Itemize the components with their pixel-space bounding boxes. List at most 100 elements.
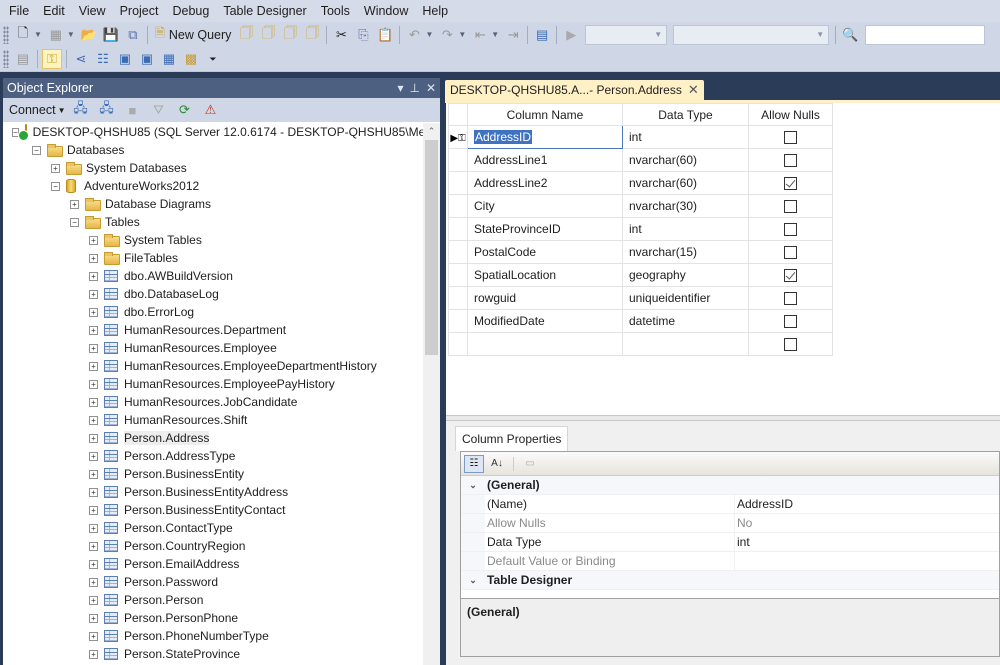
expand-icon[interactable]: + [89,307,98,317]
dmx-query-icon[interactable]: 🗍 [280,25,300,45]
expand-icon[interactable]: + [89,451,98,461]
tree-node-tables[interactable]: − Tables [3,213,423,231]
column-name-cell[interactable]: SpatialLocation [467,263,623,287]
expand-icon[interactable]: + [89,631,98,641]
menu-file[interactable]: File [2,0,36,22]
column-row[interactable]: SpatialLocation geography [448,263,833,287]
data-type-cell[interactable]: nvarchar(15) [622,240,749,264]
save-icon[interactable]: 💾 [101,25,121,45]
database-engine-query-icon[interactable]: 🗍 [236,25,256,45]
row-selector[interactable] [448,263,468,287]
tree-node-database[interactable]: − AdventureWorks2012 [3,177,423,195]
expand-icon[interactable]: + [89,487,98,497]
column-name-cell[interactable]: StateProvinceID [467,217,623,241]
column-name-cell[interactable]: City [467,194,623,218]
toolbar-grip[interactable] [3,50,9,68]
close-icon[interactable]: ✕ [426,81,436,95]
tree-node-table[interactable]: + Person.BusinessEntityContact [3,501,423,519]
solution-configurations-combo[interactable]: ▼ [585,24,668,45]
column-name-cell[interactable]: AddressLine1 [467,148,623,172]
tree-node-system-tables[interactable]: + System Tables [3,231,423,249]
data-type-cell[interactable]: int [622,125,749,149]
refresh-icon[interactable]: ⟳ [174,100,194,120]
sort-alphabetical-icon[interactable]: A↓ [487,455,507,473]
expand-icon[interactable]: + [89,559,98,569]
collapse-icon[interactable]: − [32,145,41,155]
category-general[interactable]: ⌄ (General) [461,476,999,495]
tree-node-table[interactable]: + Person.StateProvince [3,645,423,663]
row-selector[interactable] [448,240,468,264]
object-explorer-scrollbar[interactable]: ⌃ [423,123,440,665]
menu-project[interactable]: Project [113,0,166,22]
data-type-cell[interactable]: datetime [622,309,749,333]
tree-node-table[interactable]: + HumanResources.EmployeePayHistory [3,375,423,393]
menu-table-designer[interactable]: Table Designer [216,0,313,22]
xmla-query-icon[interactable]: 🗍 [302,25,322,45]
tree-node-table[interactable]: + Person.Address [3,429,423,447]
window-position-icon[interactable]: ▾ [397,81,403,95]
redo-icon[interactable]: ↷ [437,25,457,45]
data-type-cell[interactable]: nvarchar(30) [622,194,749,218]
collapse-icon[interactable]: − [70,217,79,227]
tree-node-table[interactable]: + Person.BusinessEntityAddress [3,483,423,501]
tree-node-table[interactable]: + HumanResources.EmployeeDepartmentHistor… [3,357,423,375]
expand-icon[interactable]: + [89,361,98,371]
expand-icon[interactable]: + [51,163,60,173]
chevron-down-icon[interactable]: ⌄ [461,476,485,494]
menu-view[interactable]: View [72,0,113,22]
new-query-button[interactable]: 🗎 New Query [151,24,236,45]
redo-dropdown-icon[interactable]: ▼ [458,30,466,39]
property-row[interactable]: Default Value or Binding [461,552,999,571]
tree-node-server[interactable]: − DESKTOP-QHSHU85 (SQL Server 12.0.6174 … [3,123,423,141]
row-selector[interactable]: ▶⚿ [448,125,468,149]
scroll-up-icon[interactable]: ⌃ [423,123,440,140]
manage-fulltext-index-icon[interactable]: ▣ [115,49,135,69]
undo-icon[interactable]: ↶ [404,25,424,45]
data-type-cell[interactable]: nvarchar(60) [622,171,749,195]
tree-node-table[interactable]: + Person.Password [3,573,423,591]
tree-node-table[interactable]: + dbo.ErrorLog [3,303,423,321]
column-row[interactable]: ▶⚿ AddressID int [448,125,833,149]
tree-node-table[interactable]: + HumanResources.JobCandidate [3,393,423,411]
column-name-cell[interactable]: AddressLine2 [467,171,623,195]
set-primary-key-icon[interactable]: ⚿ [42,49,62,69]
category-table-designer[interactable]: ⌄ Table Designer [461,571,999,590]
row-selector[interactable] [448,309,468,333]
property-value[interactable]: AddressID [735,497,793,511]
allow-nulls-checkbox[interactable] [784,292,797,306]
allow-nulls-checkbox[interactable] [784,223,797,237]
tree-node-table[interactable]: + Person.BusinessEntity [3,465,423,483]
menu-debug[interactable]: Debug [165,0,216,22]
tree-node-databases[interactable]: − Databases [3,141,423,159]
column-name-cell[interactable]: ModifiedDate [467,309,623,333]
row-selector[interactable] [448,332,468,356]
expand-icon[interactable]: + [89,271,98,281]
column-row[interactable]: rowguid uniqueidentifier [448,286,833,310]
find-input[interactable] [865,24,986,45]
tree-node-table[interactable]: + Person.CountryRegion [3,537,423,555]
allow-nulls-checkbox[interactable] [784,177,797,191]
expand-icon[interactable]: + [70,199,79,209]
navigate-forward-icon[interactable]: ⇥ [503,25,523,45]
connect-object-explorer-icon[interactable]: 🖧 [70,100,90,120]
row-selector[interactable] [448,194,468,218]
expand-icon[interactable]: + [89,343,98,353]
allow-nulls-checkbox[interactable] [784,246,797,260]
property-pages-icon[interactable]: ▭ [520,455,540,473]
solution-platforms-combo[interactable]: ▼ [673,24,830,45]
manage-xml-indexes-icon[interactable]: ▣ [137,49,157,69]
add-item-icon[interactable]: ▦ [46,25,66,45]
property-row[interactable]: (Name) AddressID [461,495,999,514]
expand-icon[interactable]: + [89,415,98,425]
tree-node-table[interactable]: + dbo.AWBuildVersion [3,267,423,285]
undo-dropdown-icon[interactable]: ▼ [425,30,433,39]
new-project-icon[interactable]: 🗋 [13,25,33,45]
data-type-cell[interactable]: geography [622,263,749,287]
document-tab[interactable]: DESKTOP-QHSHU85.A...- Person.Address ✕ [445,80,704,100]
column-name-cell[interactable]: rowguid [467,286,623,310]
column-name-cell[interactable]: AddressID [467,125,623,149]
cut-icon[interactable]: ✂ [331,25,351,45]
expand-icon[interactable]: + [89,397,98,407]
data-type-cell[interactable]: nvarchar(60) [622,148,749,172]
execute-icon[interactable]: ▶ [561,25,581,45]
